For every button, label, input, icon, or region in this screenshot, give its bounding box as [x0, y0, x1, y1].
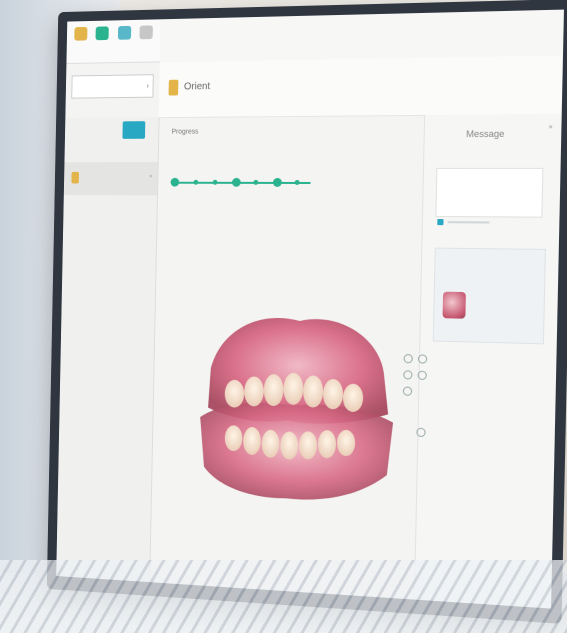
zoom-in-icon[interactable]	[403, 370, 412, 379]
progress-dot	[213, 180, 218, 185]
message-send-bar[interactable]	[435, 217, 540, 228]
progress-dot	[253, 180, 258, 185]
project-select[interactable]: ›	[71, 74, 154, 98]
page-header: Orient	[159, 55, 563, 118]
details-section	[323, 125, 404, 132]
progress-dot	[193, 180, 198, 185]
zoom-out-icon[interactable]	[417, 371, 426, 380]
grid-icon	[140, 25, 153, 39]
chevron-right-icon: ›	[150, 174, 152, 180]
details-title	[324, 125, 405, 126]
send-bar-line	[448, 221, 490, 223]
scan-icon	[96, 26, 109, 40]
pan-icon[interactable]	[418, 354, 427, 363]
rotate-icon[interactable]	[403, 354, 412, 363]
progress-step-3[interactable]	[273, 178, 282, 187]
send-icon[interactable]	[437, 219, 443, 225]
tooth-icon	[118, 26, 131, 40]
view-controls	[398, 354, 431, 447]
app-toolbar	[66, 19, 160, 64]
tool-grid[interactable]	[138, 25, 155, 55]
chevron-right-icon: ›	[147, 83, 149, 90]
progress-dot	[295, 180, 300, 185]
pin-icon	[169, 80, 179, 96]
progress-title: Progress	[172, 129, 199, 136]
progress-step-1[interactable]	[170, 178, 179, 187]
monitor-screen: › › Orient Progress Message ×	[56, 10, 564, 609]
reset-view-icon[interactable]	[403, 386, 412, 395]
monitor-stand	[0, 560, 567, 633]
page-title: Orient	[184, 81, 210, 92]
message-input[interactable]	[435, 168, 543, 218]
tool-scan[interactable]	[94, 26, 111, 55]
tool-pin[interactable]	[72, 27, 89, 56]
pin-icon	[74, 27, 87, 41]
monitor: › › Orient Progress Message ×	[0, 0, 567, 633]
new-button[interactable]	[122, 121, 145, 139]
window-topbar	[160, 10, 564, 64]
fullscreen-icon[interactable]	[416, 428, 425, 438]
sidebar: ›	[56, 117, 159, 582]
monitor-bezel: › › Orient Progress Message ×	[47, 0, 567, 624]
close-icon[interactable]: ×	[548, 124, 553, 131]
sidebar-item[interactable]: ›	[64, 162, 158, 195]
scan-thumbnail[interactable]	[443, 292, 466, 319]
tool-tooth[interactable]	[116, 26, 133, 56]
dental-scan-3d[interactable]	[179, 299, 411, 517]
message-title: Message	[466, 129, 505, 140]
pin-icon	[71, 172, 79, 184]
progress-step-2[interactable]	[232, 178, 241, 187]
message-panel: Message ×	[414, 114, 562, 609]
message-card[interactable]	[433, 248, 546, 345]
